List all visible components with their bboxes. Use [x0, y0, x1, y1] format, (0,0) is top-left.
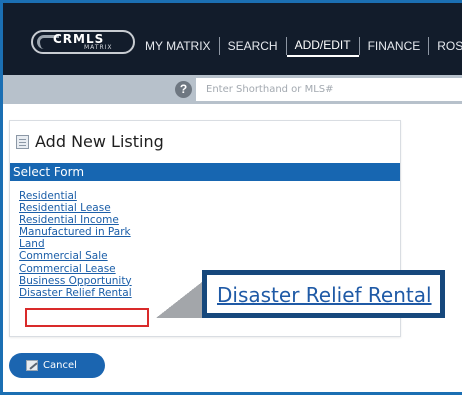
- select-form-header: Select Form: [10, 163, 400, 181]
- zoom-callout: Disaster Relief Rental: [202, 270, 445, 318]
- nav-my-matrix[interactable]: MY MATRIX: [137, 36, 219, 56]
- shorthand-search-input[interactable]: [196, 78, 462, 101]
- link-commercial-lease[interactable]: Commercial Lease: [19, 263, 199, 275]
- crmls-logo[interactable]: CRMLS MATRIX: [31, 30, 135, 54]
- help-icon[interactable]: ?: [175, 81, 192, 98]
- nav-add-edit[interactable]: ADD/EDIT: [286, 35, 359, 57]
- nav-finance[interactable]: FINANCE: [360, 36, 429, 56]
- cancel-icon: [26, 360, 38, 371]
- link-commercial-sale[interactable]: Commercial Sale: [19, 250, 199, 262]
- link-residential[interactable]: Residential: [19, 190, 199, 202]
- link-manufactured-in-park[interactable]: Manufactured in Park: [19, 226, 199, 238]
- cancel-button[interactable]: Cancel: [9, 353, 105, 378]
- top-header: CRMLS MATRIX MY MATRIX SEARCH ADD/EDIT F…: [3, 3, 462, 75]
- main-nav: MY MATRIX SEARCH ADD/EDIT FINANCE ROSTE: [137, 35, 462, 57]
- logo-subtext: MATRIX: [84, 44, 113, 51]
- panel-header: Add New Listing: [16, 132, 164, 151]
- link-residential-income[interactable]: Residential Income: [19, 214, 199, 226]
- panel-title: Add New Listing: [35, 132, 164, 151]
- search-band: ?: [3, 75, 462, 104]
- callout-link-text[interactable]: Disaster Relief Rental: [217, 283, 432, 307]
- link-land[interactable]: Land: [19, 238, 199, 250]
- nav-roster[interactable]: ROSTE: [429, 36, 462, 56]
- nav-search[interactable]: SEARCH: [220, 36, 286, 56]
- highlight-box: [25, 308, 149, 327]
- cancel-label: Cancel: [43, 360, 77, 371]
- form-icon: [16, 134, 29, 149]
- callout-pointer: [156, 282, 202, 318]
- link-residential-lease[interactable]: Residential Lease: [19, 202, 199, 214]
